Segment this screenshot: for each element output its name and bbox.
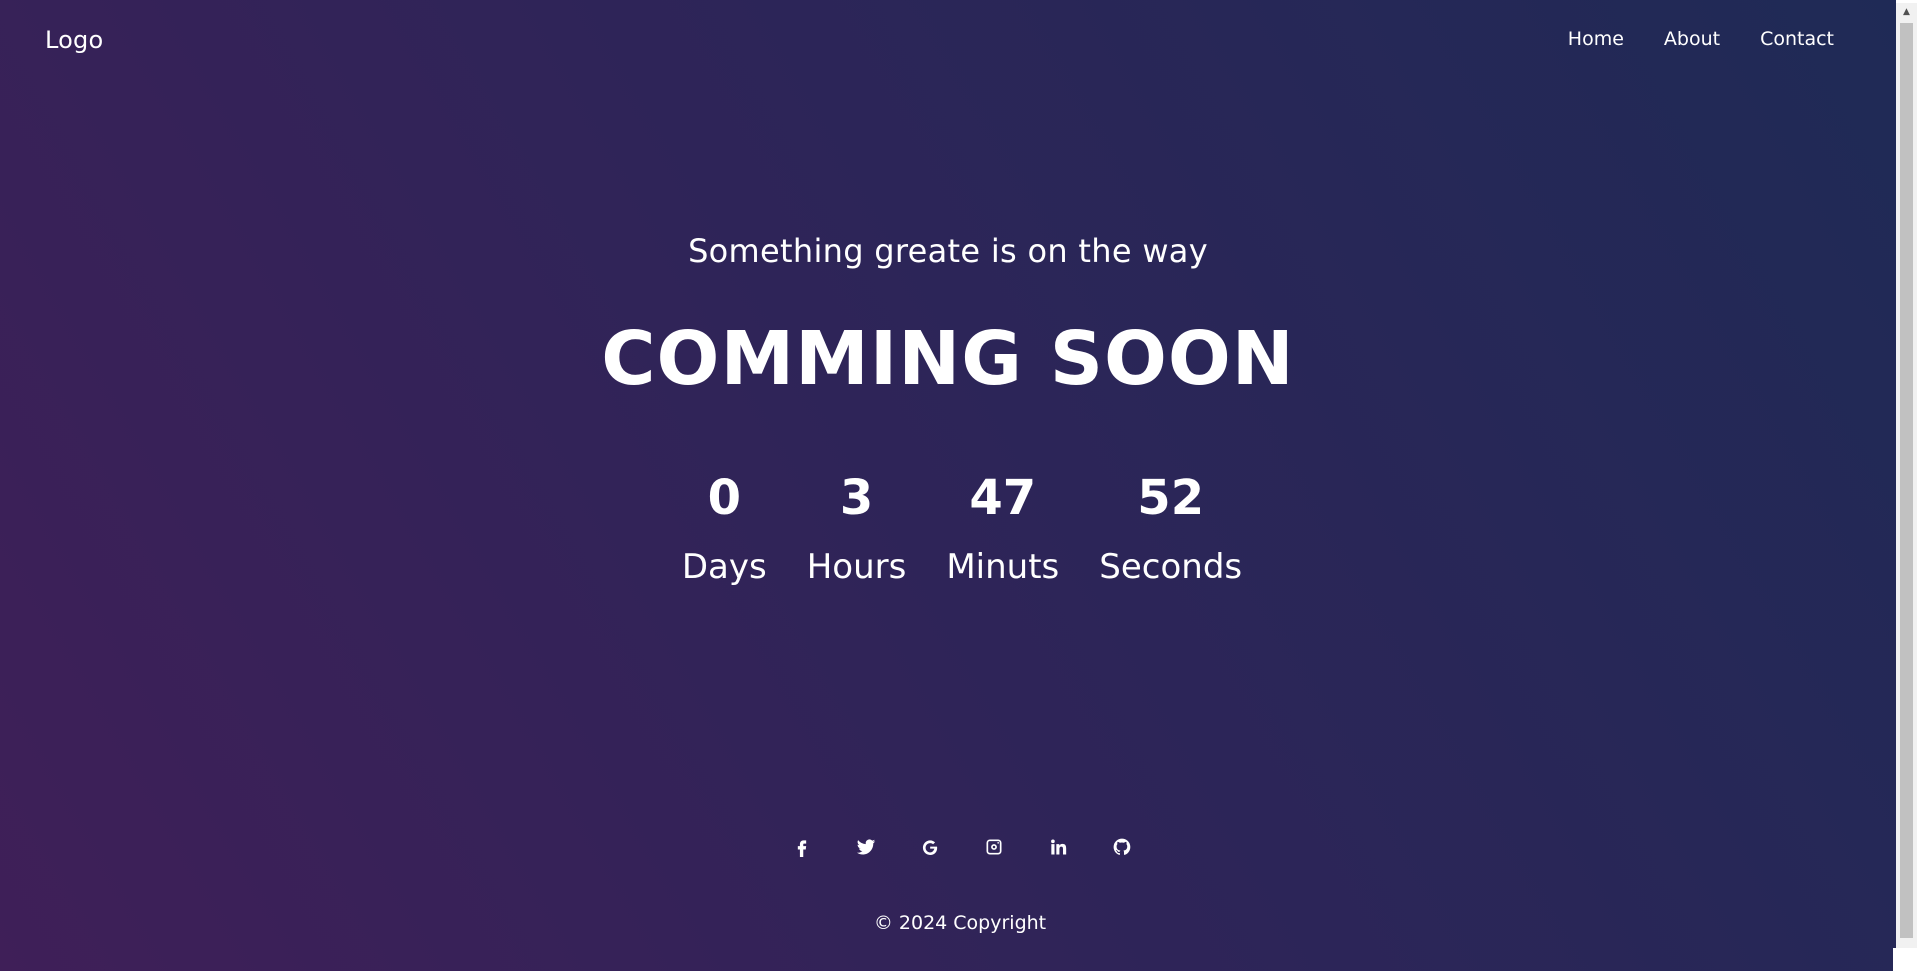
vertical-scrollbar[interactable]: ▲ [1896,3,1917,971]
github-icon[interactable] [1111,836,1133,858]
logo[interactable]: Logo [45,26,103,54]
hero-headline: COMMING SOON [601,316,1295,402]
instagram-icon[interactable] [983,836,1005,858]
countdown-days-label: Days [681,547,767,587]
nav-link-contact[interactable]: Contact [1760,28,1834,50]
countdown-seconds-label: Seconds [1099,547,1243,587]
countdown-hours-label: Hours [806,547,907,587]
countdown-seconds-value: 52 [1137,470,1205,526]
countdown-days: 0 Days [682,468,767,588]
hero-tagline: Something greate is on the way [688,232,1208,270]
scroll-up-arrow-icon[interactable]: ▲ [1896,3,1917,21]
navbar: Logo Home About Contact [0,3,1896,75]
facebook-icon[interactable] [791,836,813,858]
countdown-minutes: 47 Minuts [946,468,1059,588]
countdown-seconds: 52 Seconds [1099,468,1242,588]
countdown: 0 Days 3 Hours 47 Minuts 52 Seconds [0,468,1896,588]
page-background: Logo Home About Contact Something greate… [0,0,1896,971]
countdown-minutes-value: 47 [969,470,1037,526]
google-icon[interactable] [919,836,941,858]
twitter-icon[interactable] [855,836,877,858]
nav-link-about[interactable]: About [1664,28,1720,50]
social-links [0,836,1896,858]
linkedin-icon[interactable] [1047,836,1069,858]
scrollbar-corner [1893,948,1917,971]
countdown-days-value: 0 [707,470,741,526]
countdown-hours-value: 3 [839,470,874,526]
scrollbar-thumb[interactable] [1900,23,1913,938]
nav-links: Home About Contact [1568,28,1834,50]
countdown-minutes-label: Minuts [946,547,1060,587]
nav-link-home[interactable]: Home [1568,28,1624,50]
countdown-hours: 3 Hours [807,468,907,588]
copyright-text: © 2024 Copyright [873,912,1047,934]
